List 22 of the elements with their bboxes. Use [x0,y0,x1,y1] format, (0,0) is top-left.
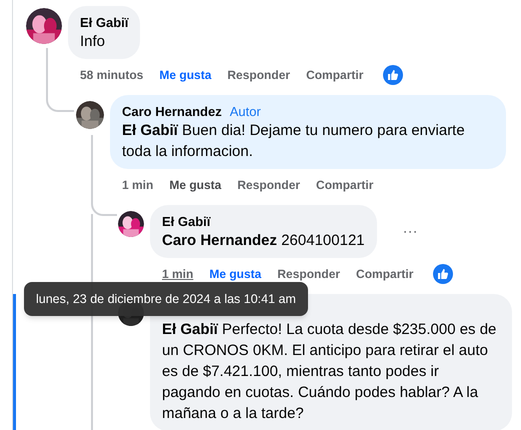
author-name[interactable]: Caro Hernandez [122,102,222,122]
comment-text: Info [80,32,106,52]
timestamp-link[interactable]: 1 min [122,176,154,194]
author-name[interactable]: Eł Gabiï [80,13,128,32]
like-button[interactable]: Me gusta [169,176,222,194]
reply-button[interactable]: Responder [277,265,340,283]
like-button[interactable]: Me gusta [159,66,212,84]
comment-text: Caro Hernandez 2604100121 [162,231,365,251]
comment-text: Eł Gabiï Perfecto! La cuota desde $235.000 es de un CRONOS 0KM. El anticipo para retirar el auto es de $7.421.100, mientras tanto podes ir pagando en cuotas. Cuándo podes hablar? A la mañana o a la tarde? [162,320,498,424]
comment-text: Eł Gabiï Buen dia! Dejame tu numero para enviarte toda la informacion. [122,121,466,162]
share-button[interactable]: Compartir [356,265,414,283]
share-button[interactable]: Compartir [316,176,374,194]
timestamp-link[interactable]: 1 min [162,265,194,283]
more-button[interactable]: ··· [402,224,418,239]
date-tooltip: lunes, 23 de diciembre de 2024 a las 10:41 am [24,282,308,316]
share-button[interactable]: Compartir [306,66,364,84]
timestamp-link[interactable]: 58 minutos [80,66,144,84]
reply-button[interactable]: Responder [227,66,290,84]
like-button[interactable]: Me gusta [209,265,262,283]
author-name[interactable]: Eł Gabiï [162,212,210,232]
author-label: Autor [230,103,261,121]
reply-button[interactable]: Responder [237,176,300,194]
